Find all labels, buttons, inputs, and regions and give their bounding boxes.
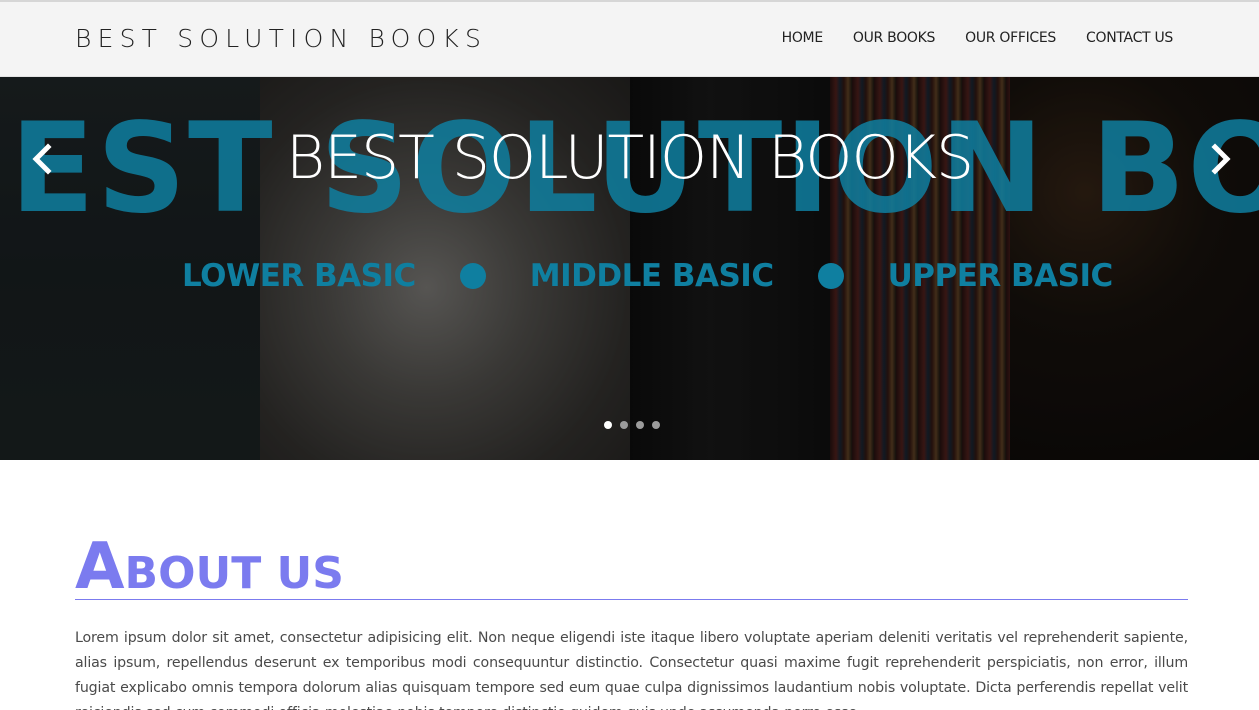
level-middle-basic: MIDDLE BASIC (529, 258, 774, 294)
about-heading-initial: A (75, 530, 125, 604)
hero-carousel: EST SOLUTION BOOK LOWER BASIC MIDDLE BAS… (0, 77, 1259, 460)
about-divider (75, 599, 1188, 600)
brand-title[interactable]: BEST SOLUTION BOOKS (75, 24, 487, 53)
carousel-indicator-4[interactable] (652, 421, 660, 429)
carousel-indicator-3[interactable] (636, 421, 644, 429)
carousel-caption: BEST SOLUTION BOOKS (285, 123, 974, 193)
carousel-indicator-2[interactable] (620, 421, 628, 429)
bullet-dot-icon (817, 263, 844, 289)
carousel-prev-button[interactable] (28, 139, 58, 179)
chevron-left-icon (32, 143, 52, 175)
about-paragraph: Lorem ipsum dolor sit amet, consectetur … (75, 630, 1188, 710)
about-heading-rest: BOUT US (124, 548, 344, 599)
carousel-indicator-1[interactable] (604, 421, 612, 429)
main-nav: HOME OUR BOOKS OUR OFFICES CONTACT US (782, 30, 1174, 46)
nav-home-link[interactable]: HOME (782, 30, 824, 46)
slide-levels: LOWER BASIC MIDDLE BASIC UPPER BASIC (182, 258, 1113, 294)
nav-our-books-link[interactable]: OUR BOOKS (853, 30, 936, 46)
navbar: BEST SOLUTION BOOKS HOME OUR BOOKS OUR O… (0, 0, 1259, 77)
carousel-next-button[interactable] (1205, 139, 1235, 179)
nav-contact-us-link[interactable]: CONTACT US (1086, 30, 1173, 46)
nav-our-offices-link[interactable]: OUR OFFICES (965, 30, 1056, 46)
level-lower-basic: LOWER BASIC (182, 258, 416, 294)
about-heading: ABOUT US (75, 530, 344, 604)
chevron-right-icon (1211, 143, 1231, 175)
level-upper-basic: UPPER BASIC (887, 258, 1114, 294)
bullet-dot-icon (459, 263, 486, 289)
carousel-indicators (604, 421, 660, 429)
